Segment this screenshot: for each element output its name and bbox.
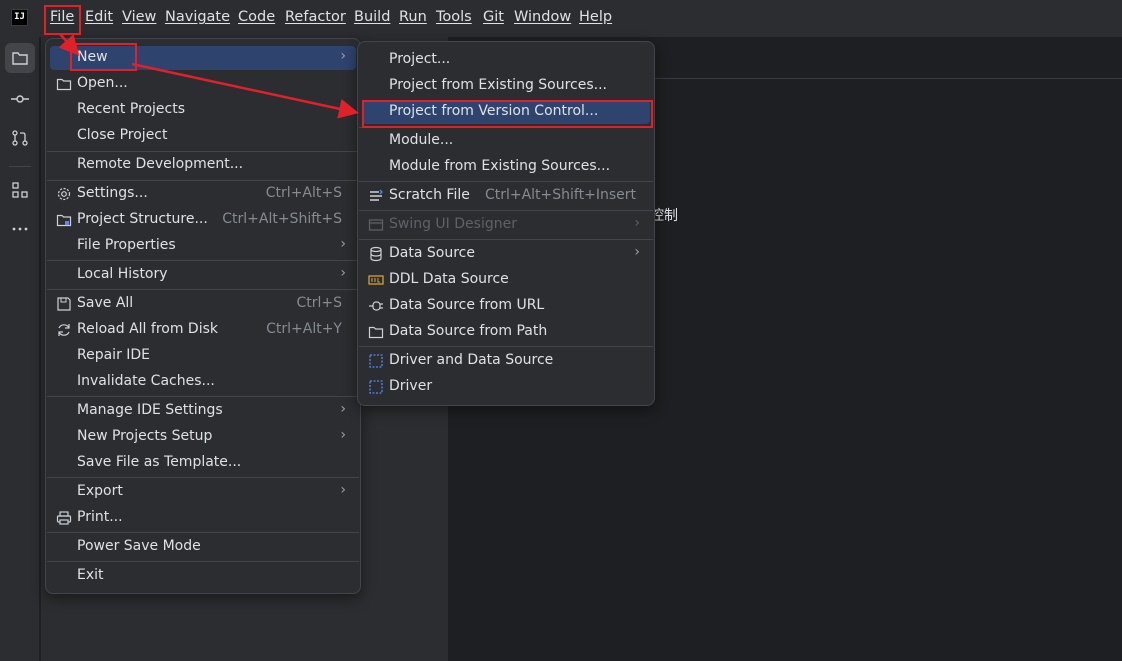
annotation-arrows (58, 33, 359, 119)
annotation-arrow-new-to-vcs (131, 62, 359, 119)
annotation-arrow-file-to-new (58, 33, 80, 56)
